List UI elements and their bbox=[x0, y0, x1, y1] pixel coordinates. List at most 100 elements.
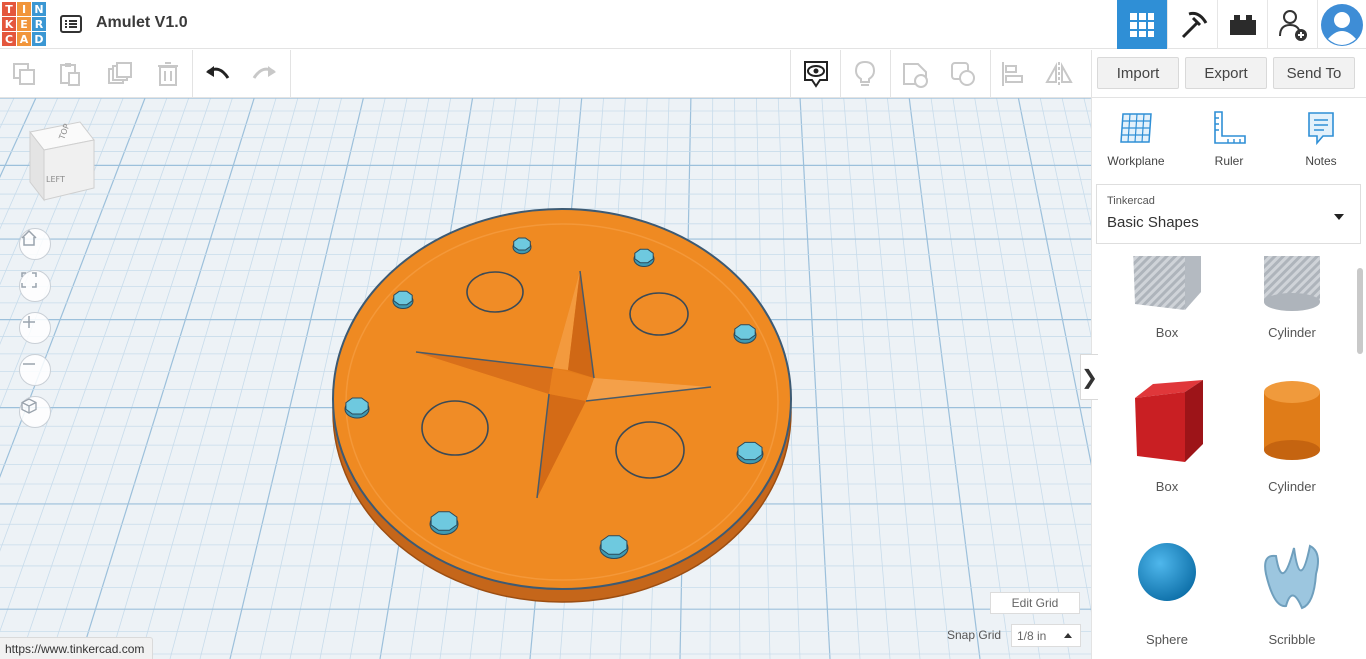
logo-letter: R bbox=[32, 17, 46, 31]
workplane-label: Workplane bbox=[1107, 154, 1165, 168]
box-icon bbox=[1135, 380, 1203, 462]
shape-box-hole[interactable]: Box bbox=[1112, 256, 1222, 340]
ruler-label: Ruler bbox=[1214, 154, 1244, 168]
status-url: https://www.tinkercad.com bbox=[0, 637, 154, 659]
undo-icon bbox=[206, 66, 230, 79]
tinkercad-logo[interactable]: TIN KER CAD bbox=[2, 2, 46, 46]
align-button[interactable] bbox=[996, 58, 1028, 90]
zoom-in-button[interactable] bbox=[19, 312, 51, 344]
shape-note-icon bbox=[903, 63, 928, 88]
library-selected-value: Basic Shapes bbox=[1107, 214, 1199, 231]
home-view-button[interactable] bbox=[19, 228, 51, 260]
duplicate-button[interactable] bbox=[104, 58, 136, 90]
shape-label: Sphere bbox=[1146, 632, 1188, 647]
view-cube[interactable]: TOP LEFT bbox=[26, 118, 98, 204]
eye-bubble-icon bbox=[804, 61, 828, 88]
user-avatar-button[interactable] bbox=[1317, 0, 1366, 49]
shapes-panel: Workplane Ruler Notes Tinkercad Basic Sh… bbox=[1091, 98, 1366, 659]
zoom-out-button[interactable] bbox=[19, 354, 51, 386]
list-icon bbox=[60, 15, 82, 33]
logo-letter: N bbox=[32, 2, 46, 16]
notes-label: Notes bbox=[1305, 154, 1337, 168]
amulet-model[interactable] bbox=[332, 208, 792, 603]
shape-cylinder-hole[interactable]: Cylinder bbox=[1237, 256, 1347, 340]
notes-tool[interactable]: Notes bbox=[1281, 110, 1361, 180]
shape-label: Cylinder bbox=[1268, 325, 1316, 340]
avatar-icon bbox=[1321, 3, 1363, 46]
shape-cylinder[interactable]: Cylinder bbox=[1237, 374, 1347, 494]
lightbulb-icon bbox=[854, 60, 876, 86]
send-to-button[interactable]: Send To bbox=[1273, 57, 1355, 89]
3d-design-view-button[interactable] bbox=[1117, 0, 1167, 49]
cube-icon bbox=[21, 398, 37, 414]
shape-library-select[interactable]: Tinkercad Basic Shapes bbox=[1096, 184, 1361, 244]
ruler-tool[interactable]: Ruler bbox=[1189, 110, 1269, 180]
fit-icon bbox=[21, 272, 37, 288]
notes-icon bbox=[1308, 112, 1334, 146]
view-cube-left-label: LEFT bbox=[46, 175, 65, 184]
mirror-button[interactable] bbox=[1043, 58, 1075, 90]
pickaxe-icon bbox=[1181, 11, 1207, 38]
invite-user-button[interactable] bbox=[1267, 0, 1317, 49]
caret-up-icon bbox=[1064, 633, 1072, 638]
brick-icon bbox=[1229, 14, 1256, 35]
design-title[interactable]: Amulet V1.0 bbox=[96, 14, 188, 32]
shape-note-button[interactable] bbox=[899, 58, 931, 90]
home-icon bbox=[21, 229, 37, 246]
caret-down-icon bbox=[1334, 214, 1344, 220]
shape-scribble[interactable]: Scribble bbox=[1237, 528, 1347, 647]
group-icon bbox=[951, 62, 975, 86]
shape-label: Scribble bbox=[1268, 632, 1316, 647]
shape-grid: Box Cylinder Box Cylinder Sphere Scribbl… bbox=[1092, 256, 1366, 659]
ruler-icon bbox=[1214, 111, 1246, 144]
plus-icon bbox=[23, 316, 35, 328]
workplane-tool[interactable]: Workplane bbox=[1096, 110, 1176, 180]
logo-letter: C bbox=[2, 32, 16, 46]
redo-button[interactable] bbox=[248, 58, 280, 90]
cylinder-hole-icon bbox=[1264, 256, 1320, 311]
box-hole-icon bbox=[1133, 256, 1201, 310]
design-list-button[interactable] bbox=[58, 11, 84, 37]
collapse-panel-button[interactable]: ❯ bbox=[1080, 354, 1098, 400]
logo-letter: A bbox=[17, 32, 31, 46]
chevron-right-icon: ❯ bbox=[1081, 366, 1098, 389]
logo-letter: D bbox=[32, 32, 46, 46]
minus-icon bbox=[23, 363, 35, 365]
shape-box[interactable]: Box bbox=[1112, 374, 1222, 494]
logo-letter: I bbox=[17, 2, 31, 16]
circuits-button[interactable] bbox=[1167, 0, 1217, 49]
align-icon bbox=[1002, 62, 1023, 86]
shape-sphere[interactable]: Sphere bbox=[1112, 528, 1222, 647]
workplane-icon bbox=[1120, 113, 1152, 143]
copy-icon bbox=[13, 63, 35, 85]
tinkercad-editor: TINKERCAD Amulet V1.0 Import Export Send… bbox=[0, 0, 1366, 659]
duplicate-icon bbox=[108, 62, 132, 84]
fit-view-button[interactable] bbox=[19, 270, 51, 302]
bricks-button[interactable] bbox=[1217, 0, 1267, 49]
light-bulb-button[interactable] bbox=[849, 58, 881, 90]
edit-grid-button[interactable]: Edit Grid bbox=[990, 592, 1080, 614]
snap-grid-select[interactable]: 1/8 in bbox=[1011, 624, 1081, 647]
logo-letter: K bbox=[2, 17, 16, 31]
shape-label: Box bbox=[1155, 479, 1179, 494]
perspective-button[interactable] bbox=[19, 396, 51, 428]
shape-label: Cylinder bbox=[1268, 479, 1316, 494]
import-button[interactable]: Import bbox=[1097, 57, 1179, 89]
library-group-label: Tinkercad bbox=[1107, 195, 1155, 207]
file-actions: Import Export Send To bbox=[1091, 50, 1366, 98]
cylinder-icon bbox=[1264, 381, 1320, 460]
paste-button[interactable] bbox=[54, 58, 86, 90]
delete-button[interactable] bbox=[152, 58, 184, 90]
logo-letter: T bbox=[2, 2, 16, 16]
copy-button[interactable] bbox=[8, 58, 40, 90]
workplane-canvas[interactable] bbox=[0, 98, 1091, 659]
export-button[interactable]: Export bbox=[1185, 57, 1267, 89]
show-all-button[interactable] bbox=[800, 58, 832, 90]
snap-grid-label: Snap Grid bbox=[947, 628, 1002, 642]
group-button[interactable] bbox=[947, 58, 979, 90]
3d-workspace[interactable]: TOP LEFT bbox=[0, 98, 1091, 659]
mirror-icon bbox=[1045, 62, 1073, 86]
panel-scrollbar[interactable] bbox=[1357, 268, 1363, 354]
undo-button[interactable] bbox=[202, 58, 234, 90]
edit-toolbar bbox=[0, 50, 1091, 98]
